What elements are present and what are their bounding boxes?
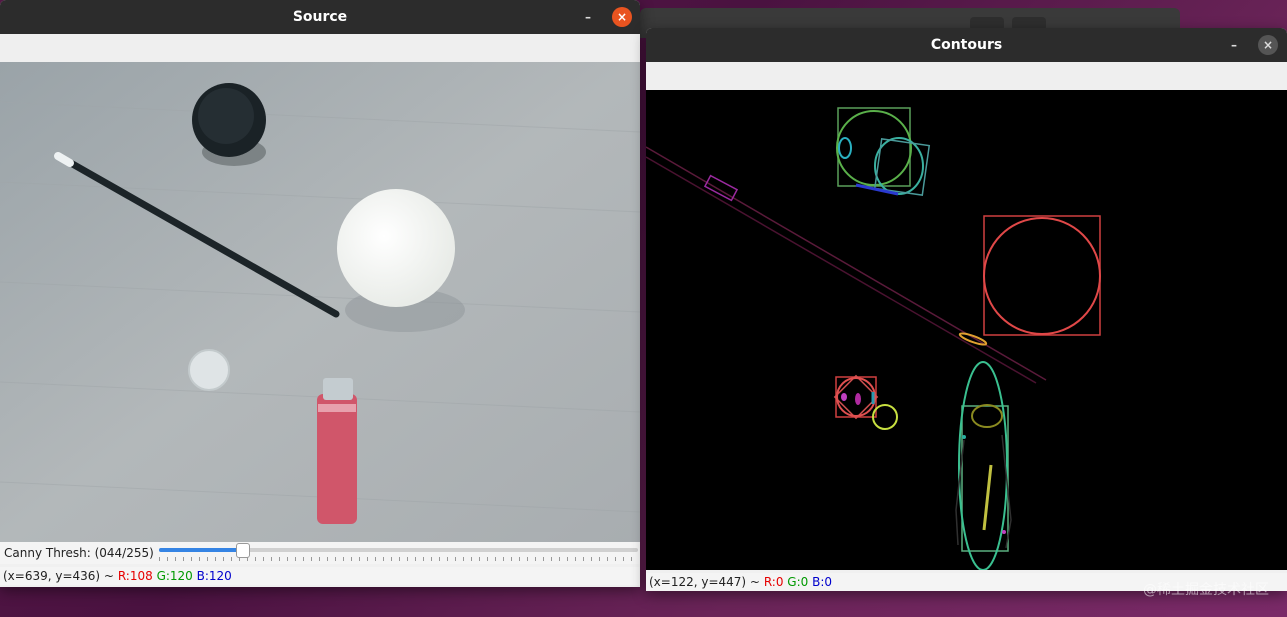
coin [188,349,230,391]
contours-toolbar [646,62,1287,90]
canny-slider-track[interactable] [159,543,638,558]
source-toolbar [0,34,640,62]
canny-slider-thumb[interactable] [235,543,250,558]
contours-status-coords: (x=122, y=447) ~ [649,575,760,589]
canny-trackbar[interactable]: Canny Thresh: (044/255) [0,542,640,564]
source-status-green: G:120 [156,569,193,583]
contours-status-red: R:0 [763,575,784,589]
source-status-coords: (x=639, y=436) ~ [3,569,114,583]
source-statusbar: (x=639, y=436) ~ R:108 G:120 B:120 [0,567,640,585]
lighter-band [318,404,356,412]
coin-inner [855,393,861,405]
minimize-icon[interactable]: – [578,7,598,27]
contours-image[interactable] [646,90,1287,570]
watermark: @稀土掘金技术社区 [1143,582,1269,598]
small-dot-2 [962,435,966,439]
minimize-icon[interactable]: – [1224,35,1244,55]
source-status-red: R:108 [117,569,153,583]
contours-status-green: G:0 [787,575,809,589]
small-dot [1002,530,1006,534]
canny-slider-fill [159,548,242,552]
source-image[interactable] [0,62,640,542]
black-cap-top [198,88,254,144]
source-titlebar[interactable]: Source – × [0,0,640,34]
contours-background [646,90,1287,570]
coin-inner-2 [841,393,847,401]
source-window: Source – × Canny Thresh: (044/255) (x=63… [0,0,640,587]
slider-ticks [159,557,638,561]
canny-thresh-label: Canny Thresh: (044/255) [4,546,154,560]
lighter-head [323,378,353,400]
close-icon[interactable]: × [612,7,632,27]
white-ball [337,189,455,307]
source-status-blue: B:120 [196,569,232,583]
contours-window-title: Contours [930,37,1003,53]
source-window-title: Source [292,9,348,25]
close-icon[interactable]: × [1258,35,1278,55]
contours-titlebar[interactable]: Contours – × [646,28,1287,62]
lighter-body [317,394,357,524]
contours-status-blue: B:0 [812,575,833,589]
contours-window: Contours – × (x=122, y=447) ~ R:0 G:0 B:… [646,28,1287,591]
